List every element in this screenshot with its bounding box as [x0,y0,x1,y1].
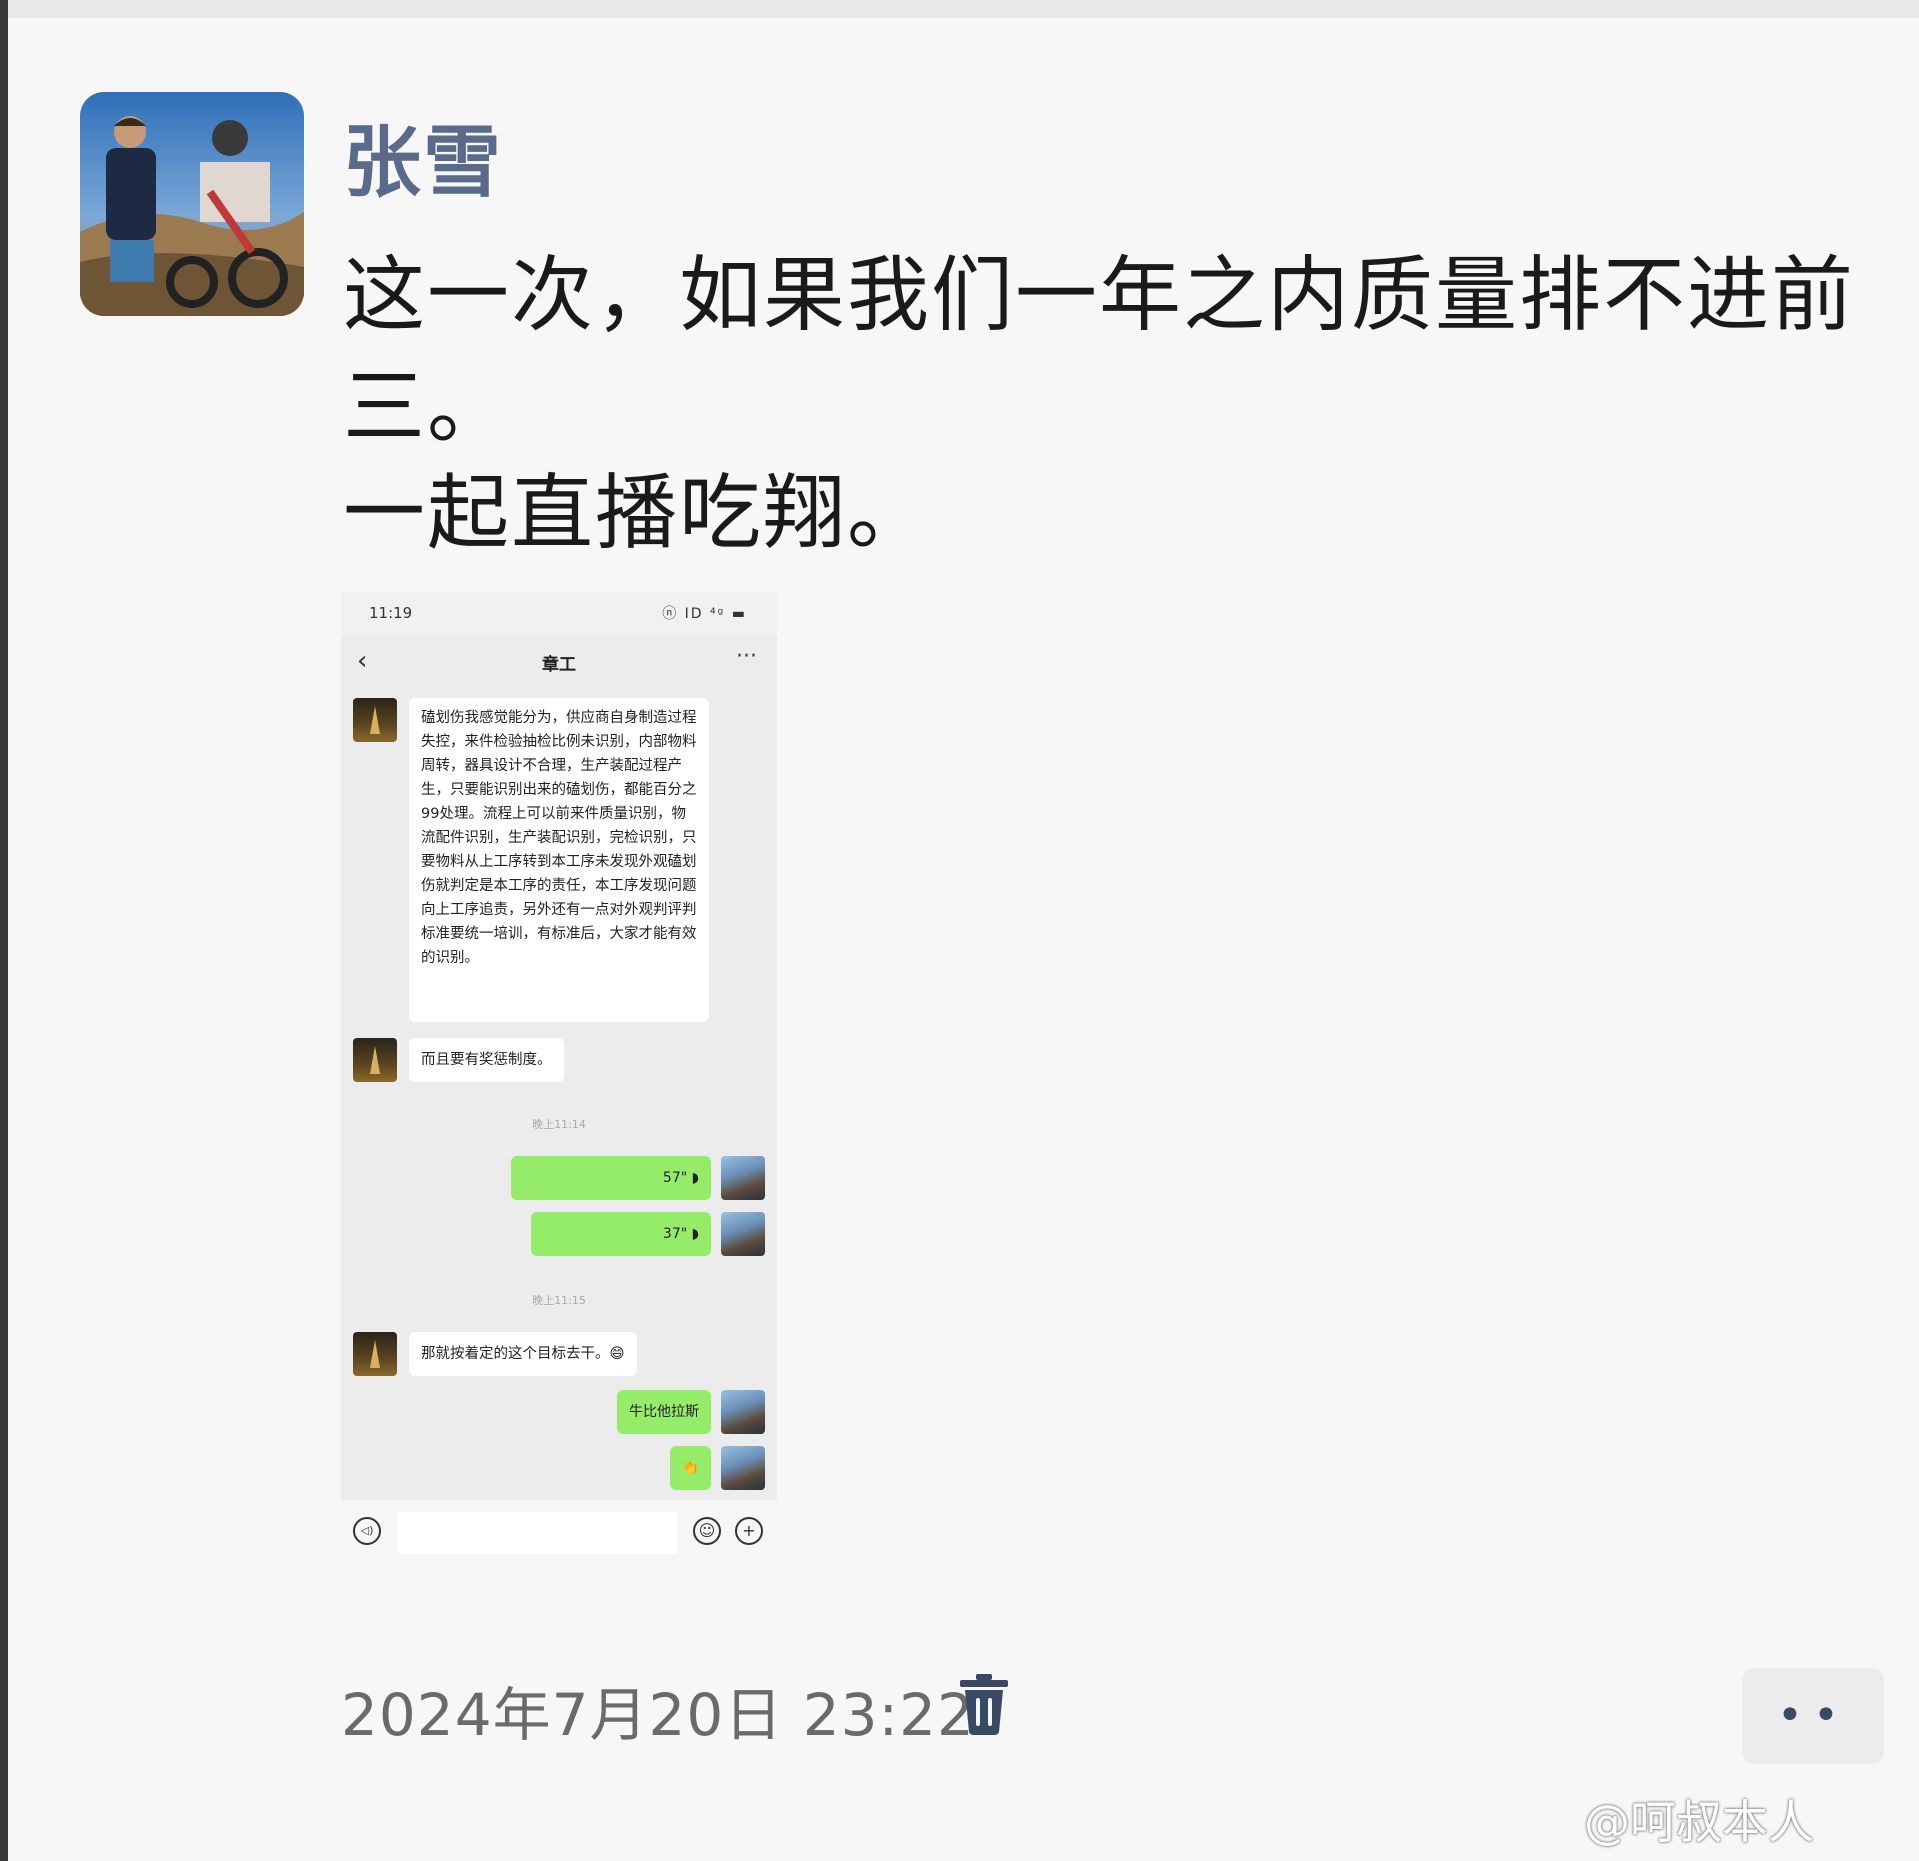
author-name[interactable]: 张雪 [343,100,503,212]
status-icons: ⓝ ID ⁴ᵍ ▬ [662,606,747,622]
contact-avatar [353,1038,397,1082]
status-time: 11:19 [369,604,413,622]
post-text-line: 一起直播吃翔。 [343,466,932,561]
window-edge [0,0,8,1861]
voice-input-icon: ◁) [353,1517,381,1545]
trash-icon[interactable] [956,1672,1012,1736]
chat-timestamp: 晚上11:14 [532,1118,586,1131]
message-bubble-incoming: 那就按着定的这个目标去干。😄 [409,1332,637,1376]
contact-avatar [353,698,397,742]
chat-nav-bar: ‹ 章工 ··· [341,636,777,690]
message-bubble-incoming: 磕划伤我感觉能分为，供应商自身制造过程失控，来件检验抽检比例未识别，内部物料周转… [409,698,709,1022]
chat-input-bar: ◁) ☺ + [341,1500,777,1566]
phone-status-bar: 11:19 ⓝ ID ⁴ᵍ ▬ [341,592,777,636]
plus-icon: + [735,1517,763,1545]
voice-message-bubble: 57" ◗ [511,1156,711,1200]
top-strip [0,0,1919,18]
more-icon: ··· [736,644,757,669]
chat-title: 章工 [542,655,576,675]
watermark-text: @呵叔本人 [1584,1795,1814,1849]
emoji-icon: ☺ [693,1517,721,1545]
user-avatar [721,1390,765,1434]
message-bubble-outgoing: 👏 [669,1446,711,1490]
author-avatar[interactable] [80,92,304,316]
chat-screenshot-image[interactable]: 11:19 ⓝ ID ⁴ᵍ ▬ ‹ 章工 ··· 磕划伤我感觉能分为，供应商自身… [341,592,777,1566]
post-text-line: 这一次，如果我们一年之内质量排不进前 [343,248,1856,343]
user-avatar [721,1446,765,1490]
chat-timestamp: 晚上11:15 [532,1294,586,1307]
more-dots-icon: •• [1777,1690,1849,1741]
message-bubble-outgoing: 牛比他拉斯 [617,1390,711,1434]
message-bubble-incoming: 而且要有奖惩制度。 [409,1038,564,1082]
voice-message-bubble: 37" ◗ [531,1212,711,1256]
message-input [397,1512,677,1554]
user-avatar [721,1156,765,1200]
more-options-button[interactable]: •• [1742,1668,1884,1764]
user-avatar [721,1212,765,1256]
contact-avatar [353,1332,397,1376]
post-timestamp: 2024年7月20日 23:22 [341,1681,975,1749]
post-text-line: 三。 [343,360,512,455]
